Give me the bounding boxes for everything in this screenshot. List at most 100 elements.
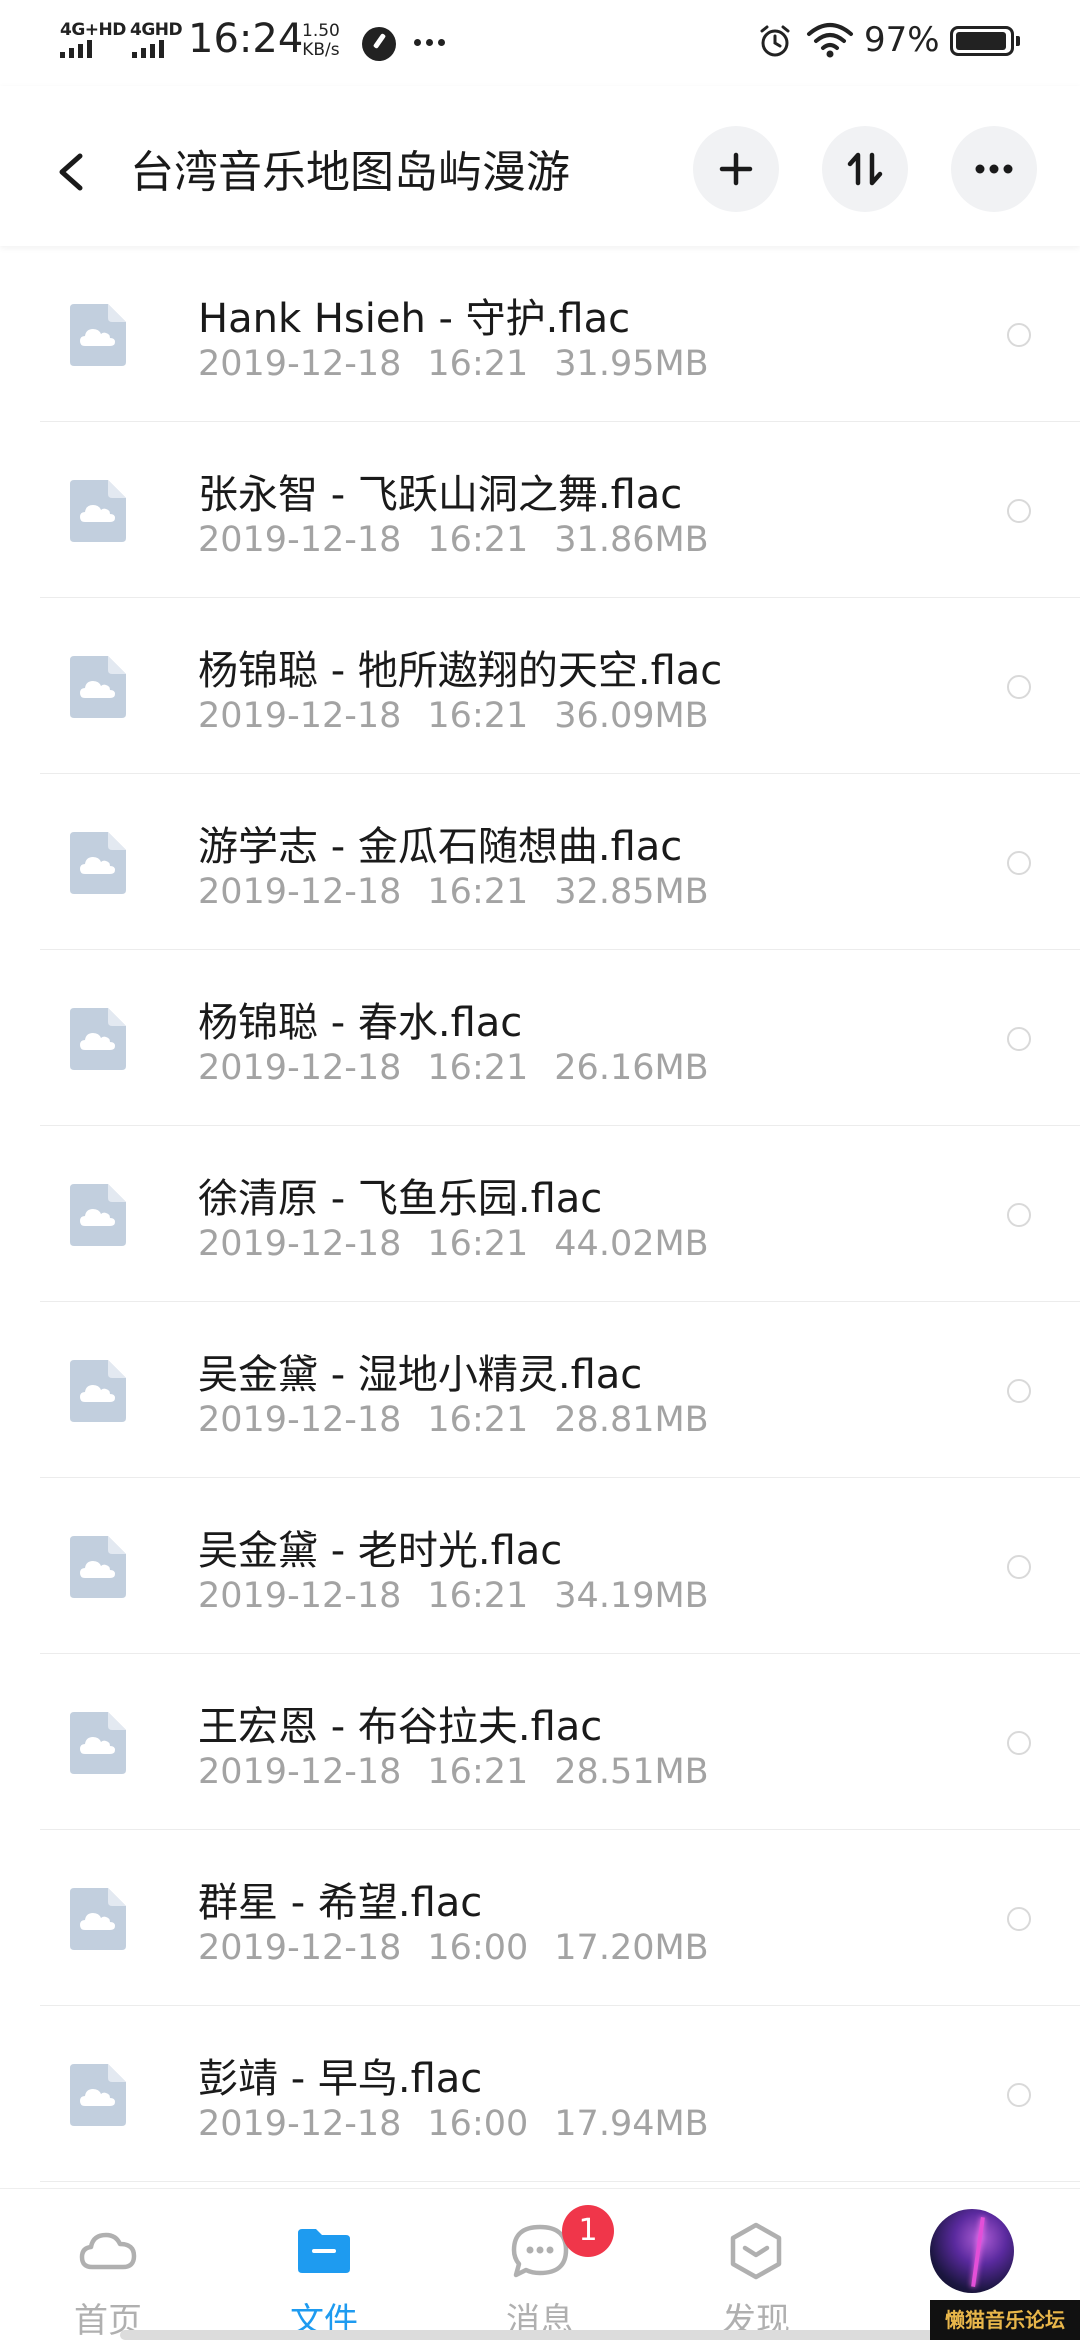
more-notifications-icon (410, 26, 450, 56)
tab-messages[interactable]: 1 消息 (460, 2189, 620, 2341)
file-name: 群星 - 希望.flac (198, 1880, 483, 1926)
file-time: 16:21 (427, 1048, 529, 1088)
file-date: 2019-12-18 (198, 1048, 402, 1088)
file-row[interactable]: 王宏恩 - 布谷拉夫.flac 2019-12-18 16:21 28.51MB (0, 1654, 1080, 1830)
file-row[interactable]: 张永智 - 飞跃山洞之舞.flac 2019-12-18 16:21 31.86MB (0, 422, 1080, 598)
file-time: 16:21 (427, 1224, 529, 1264)
file-time: 16:21 (427, 1752, 529, 1792)
file-name: 彭靖 - 早鸟.flac (198, 2056, 483, 2102)
file-size: 34.19MB (554, 1576, 709, 1616)
clock: 16:24 (188, 16, 304, 62)
file-row[interactable]: 吴金黛 - 老时光.flac 2019-12-18 16:21 34.19MB (0, 1478, 1080, 1654)
gesture-bar (120, 2330, 960, 2340)
file-size: 17.20MB (554, 1928, 709, 1968)
audio-file-icon (70, 1184, 126, 1246)
file-time: 16:00 (427, 1928, 529, 1968)
file-meta: 2019-12-18 16:21 36.09MB (198, 696, 735, 736)
status-bar: 4G+HD 4GHD 16:24 1.50 KB/s 97% (0, 0, 1080, 86)
top-app-bar: 台湾音乐地图岛屿漫游 (0, 86, 1080, 246)
file-row[interactable]: 吴金黛 - 湿地小精灵.flac 2019-12-18 16:21 28.81MB (0, 1302, 1080, 1478)
audio-file-icon (70, 656, 126, 718)
network-indicator: 4GHD (130, 20, 183, 40)
file-row[interactable]: 杨锦聪 - 牠所遨翔的天空.flac 2019-12-18 16:21 36.09M… (0, 598, 1080, 774)
file-meta: 2019-12-18 16:00 17.94MB (198, 2104, 735, 2144)
cloud-icon (79, 2232, 137, 2270)
file-meta: 2019-12-18 16:21 28.51MB (198, 1752, 735, 1792)
select-checkbox[interactable] (1007, 323, 1031, 347)
audio-file-icon (70, 480, 126, 542)
file-date: 2019-12-18 (198, 2104, 402, 2144)
sort-arrows-icon (847, 152, 883, 186)
file-date: 2019-12-18 (198, 344, 402, 384)
file-size: 28.81MB (554, 1400, 709, 1440)
more-button[interactable] (951, 126, 1037, 212)
more-dots-icon (975, 164, 1013, 174)
discover-icon (730, 2222, 782, 2280)
select-checkbox[interactable] (1007, 1555, 1031, 1579)
file-row[interactable]: 杨锦聪 - 春水.flac 2019-12-18 16:21 26.16MB (0, 950, 1080, 1126)
file-meta: 2019-12-18 16:00 17.20MB (198, 1928, 735, 1968)
select-checkbox[interactable] (1007, 851, 1031, 875)
file-name: Hank Hsieh - 守护.flac (198, 296, 631, 342)
file-meta: 2019-12-18 16:21 34.19MB (198, 1576, 735, 1616)
audio-file-icon (70, 1888, 126, 1950)
audio-file-icon (70, 832, 126, 894)
file-name: 王宏恩 - 布谷拉夫.flac (198, 1704, 603, 1750)
back-arrow-icon[interactable] (40, 136, 100, 206)
file-name: 游学志 - 金瓜石随想曲.flac (198, 824, 683, 870)
file-date: 2019-12-18 (198, 1400, 402, 1440)
file-meta: 2019-12-18 16:21 31.86MB (198, 520, 735, 560)
file-row[interactable]: Hank Hsieh - 守护.flac 2019-12-18 16:21 31.9… (0, 246, 1080, 422)
file-date: 2019-12-18 (198, 872, 402, 912)
file-name: 徐清原 - 飞鱼乐园.flac (198, 1176, 603, 1222)
select-checkbox[interactable] (1007, 675, 1031, 699)
file-date: 2019-12-18 (198, 1224, 402, 1264)
bottom-navigation: 首页 文件 1 消息 发现 (0, 2188, 1080, 2341)
file-meta: 2019-12-18 16:21 26.16MB (198, 1048, 735, 1088)
network-indicator: 4G+HD (60, 20, 126, 40)
select-checkbox[interactable] (1007, 1379, 1031, 1403)
tab-discover[interactable]: 发现 (676, 2189, 836, 2341)
file-date: 2019-12-18 (198, 1752, 402, 1792)
file-row[interactable]: 徐清原 - 飞鱼乐园.flac 2019-12-18 16:21 44.02MB (0, 1126, 1080, 1302)
select-checkbox[interactable] (1007, 499, 1031, 523)
battery-icon (950, 26, 1020, 56)
file-row[interactable]: 群星 - 希望.flac 2019-12-18 16:00 17.20MB (0, 1830, 1080, 2006)
select-checkbox[interactable] (1007, 1731, 1031, 1755)
file-meta: 2019-12-18 16:21 44.02MB (198, 1224, 735, 1264)
select-checkbox[interactable] (1007, 2083, 1031, 2107)
file-name: 杨锦聪 - 春水.flac (198, 1000, 523, 1046)
unread-badge: 1 (562, 2205, 614, 2257)
avatar[interactable] (930, 2209, 1014, 2293)
file-time: 16:21 (427, 344, 529, 384)
select-checkbox[interactable] (1007, 1203, 1031, 1227)
file-size: 17.94MB (554, 2104, 709, 2144)
audio-file-icon (70, 1008, 126, 1070)
wifi-icon (807, 23, 853, 58)
file-meta: 2019-12-18 16:21 31.95MB (198, 344, 735, 384)
audio-file-icon (70, 1536, 126, 1598)
file-size: 26.16MB (554, 1048, 709, 1088)
file-meta: 2019-12-18 16:21 32.85MB (198, 872, 735, 912)
file-row[interactable]: 游学志 - 金瓜石随想曲.flac 2019-12-18 16:21 32.85MB (0, 774, 1080, 950)
signal-icon (132, 40, 172, 58)
file-time: 16:00 (427, 2104, 529, 2144)
audio-file-icon (70, 1360, 126, 1422)
file-name: 吴金黛 - 老时光.flac (198, 1528, 563, 1574)
add-button[interactable] (693, 126, 779, 212)
audio-file-icon (70, 1712, 126, 1774)
plus-icon (719, 152, 753, 186)
sort-button[interactable] (822, 126, 908, 212)
file-name: 吴金黛 - 湿地小精灵.flac (198, 1352, 643, 1398)
file-time: 16:21 (427, 1576, 529, 1616)
file-size: 31.86MB (554, 520, 709, 560)
file-size: 44.02MB (554, 1224, 709, 1264)
select-checkbox[interactable] (1007, 1027, 1031, 1051)
select-checkbox[interactable] (1007, 1907, 1031, 1931)
tab-home[interactable]: 首页 (28, 2189, 188, 2341)
signal-icon (60, 40, 100, 58)
file-row[interactable]: 彭靖 - 早鸟.flac 2019-12-18 16:00 17.94MB (0, 2006, 1080, 2182)
file-time: 16:21 (427, 1400, 529, 1440)
file-size: 32.85MB (554, 872, 709, 912)
tab-files[interactable]: 文件 (244, 2189, 404, 2341)
